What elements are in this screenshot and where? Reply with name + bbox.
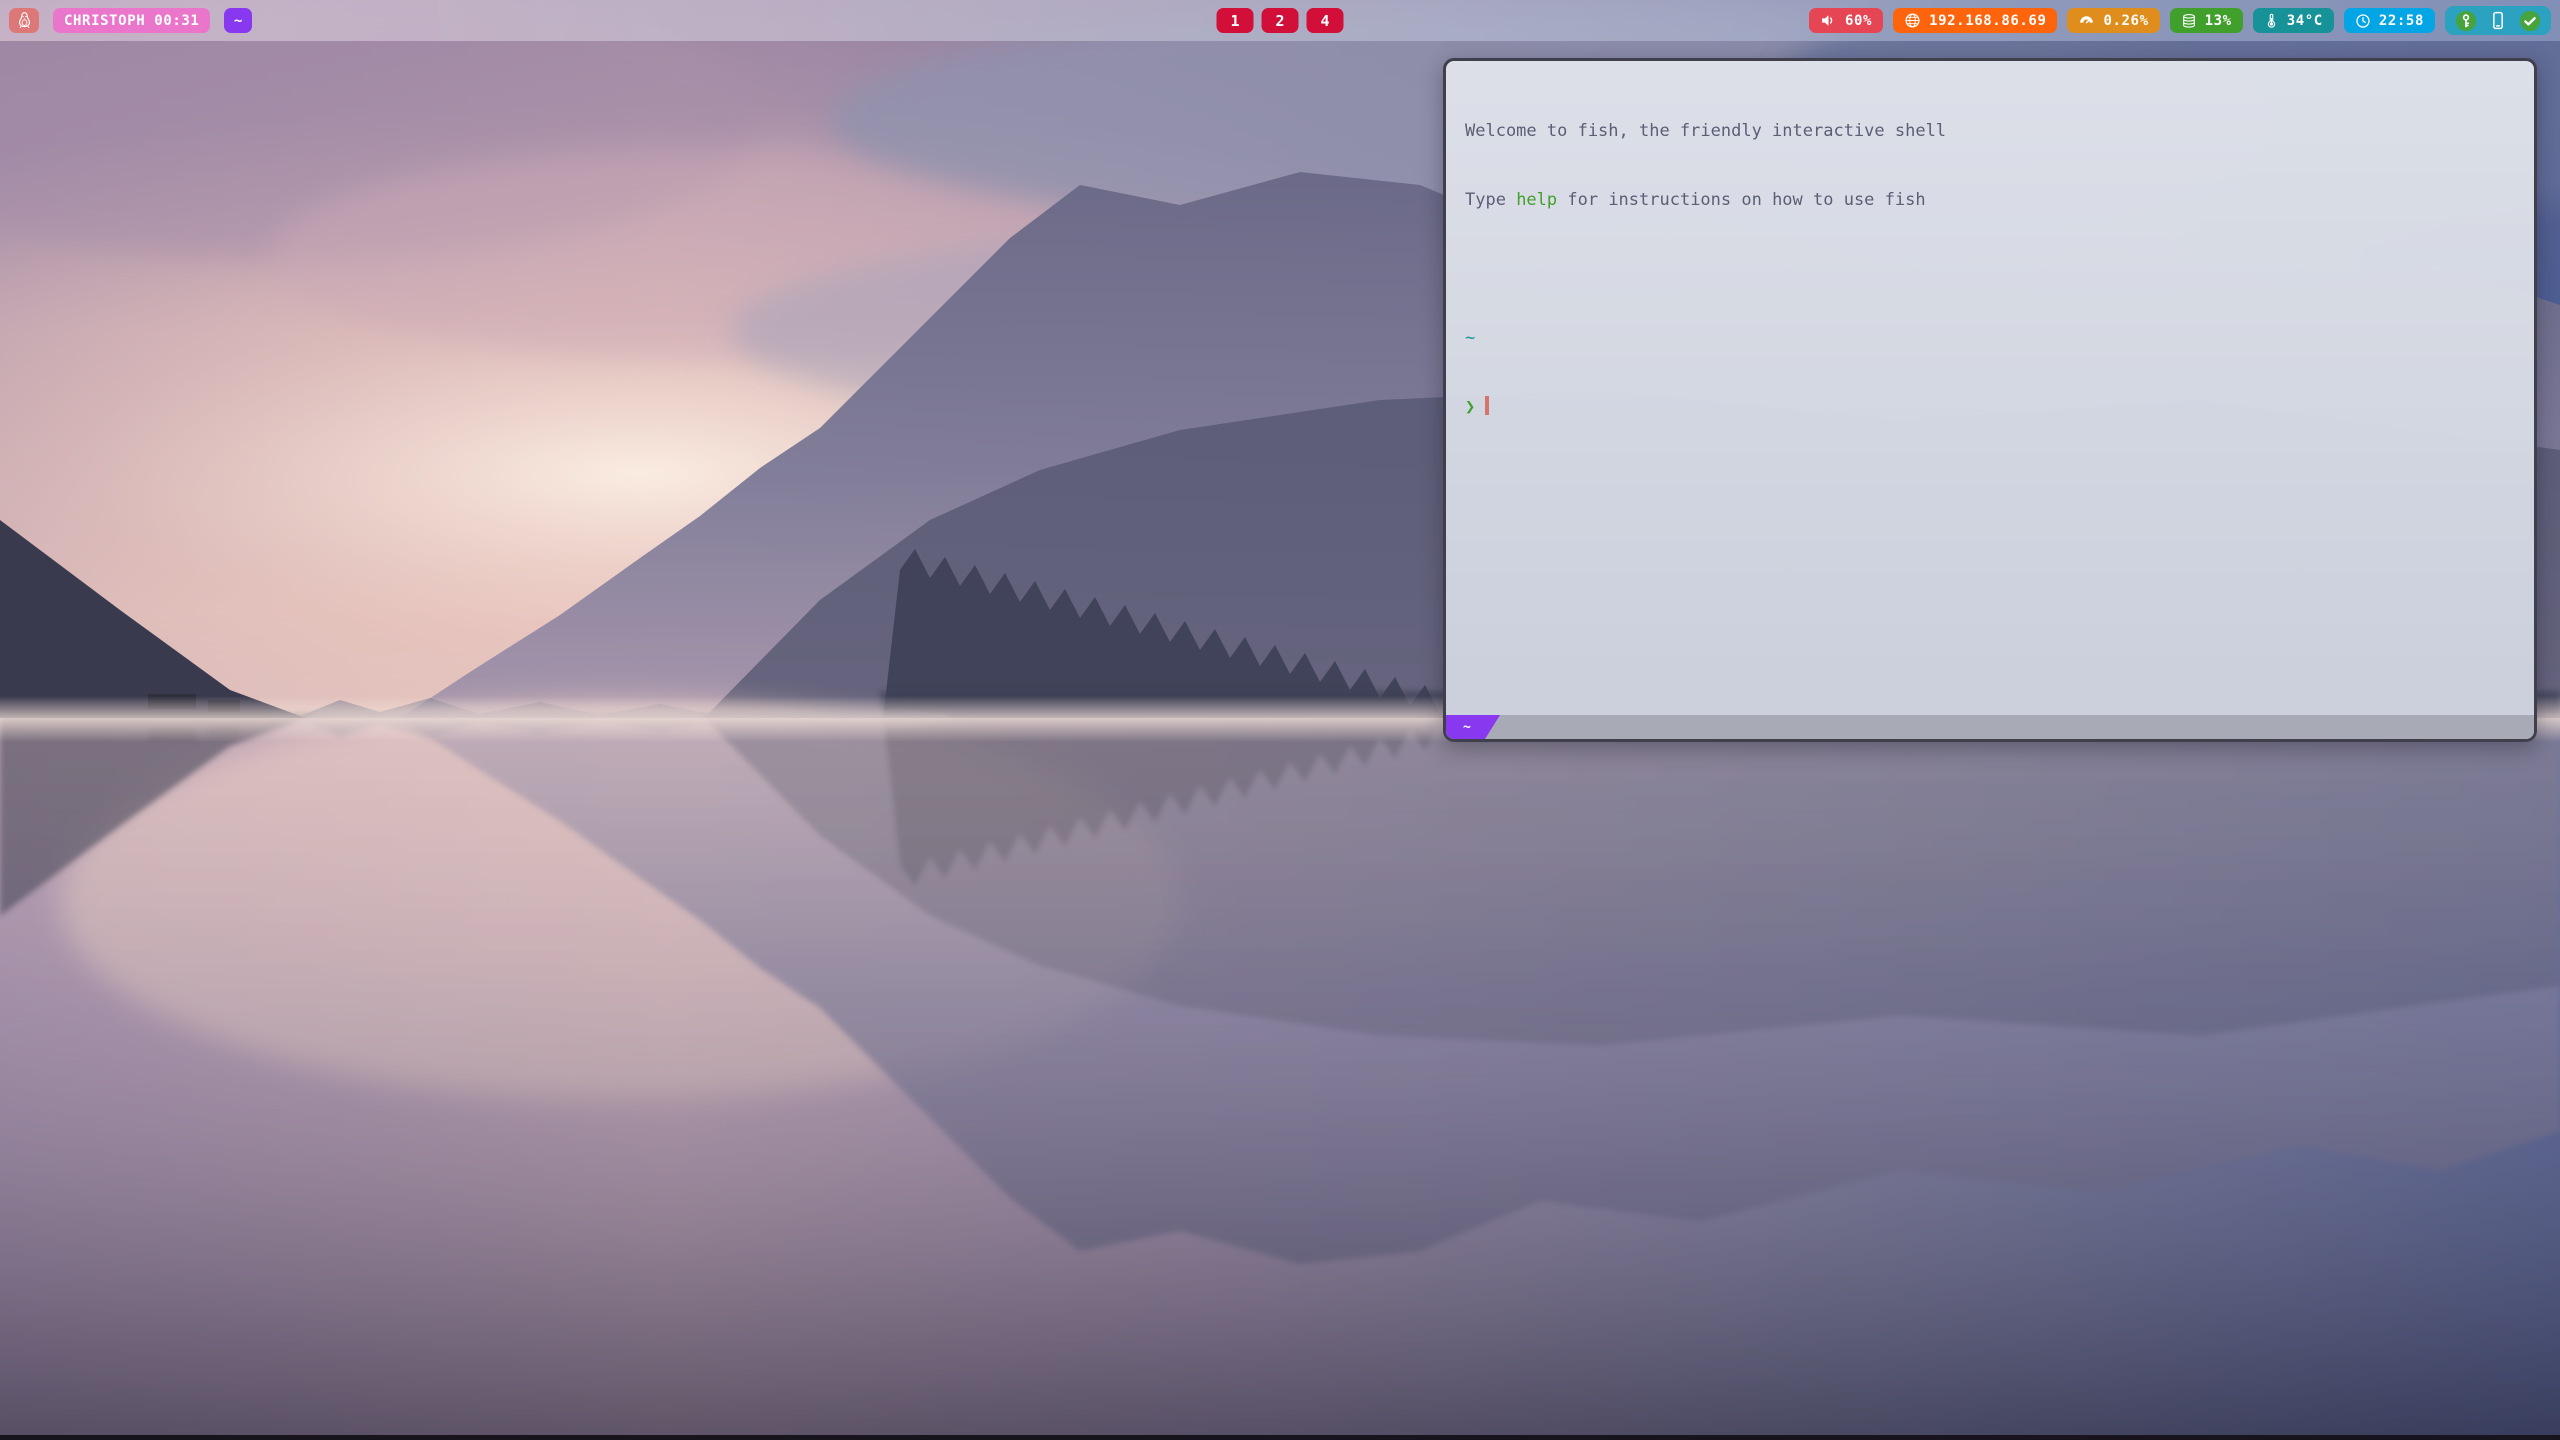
key-icon[interactable] (2455, 10, 2477, 32)
prompt-line: ❯ (1465, 396, 2515, 419)
check-circle-icon[interactable] (2519, 10, 2541, 32)
terminal-window[interactable]: Welcome to fish, the friendly interactiv… (1443, 58, 2537, 742)
thermometer-icon (2264, 12, 2279, 29)
clock-value: 22:58 (2379, 13, 2424, 29)
workspace-button-2[interactable]: 2 (1262, 8, 1299, 33)
prompt-symbol: ❯ (1465, 397, 1475, 417)
greeting-prefix: Type (1465, 190, 1516, 210)
system-tray (2445, 6, 2551, 35)
fish-greeting-line2: Type help for instructions on how to use… (1465, 189, 2515, 212)
memory-value: 13% (2205, 13, 2232, 29)
prompt-cwd: ~ (1465, 327, 2515, 350)
memory-module: 13% (2170, 8, 2243, 33)
phone-icon[interactable] (2488, 10, 2508, 31)
launcher-button[interactable] (9, 8, 39, 33)
memory-stack-icon (2181, 13, 2197, 29)
volume-module[interactable]: 60% (1809, 8, 1883, 33)
workspace-button-4[interactable]: 4 (1307, 8, 1344, 33)
cwd-badge: ~ (224, 8, 252, 33)
volume-value: 60% (1845, 13, 1872, 29)
terminal-cursor (1485, 396, 1489, 415)
session-clock-label: CHRISTOPH 00:31 (64, 13, 199, 29)
terminal-tab-bar: ~ (1446, 715, 2534, 739)
clock-module[interactable]: 22:58 (2344, 8, 2435, 33)
cpu-value: 0.26% (2103, 13, 2148, 29)
terminal-tab-home[interactable]: ~ (1446, 715, 1500, 739)
help-command-text: help (1516, 190, 1557, 210)
workspace-button-1[interactable]: 1 (1217, 8, 1254, 33)
cwd-label: ~ (234, 13, 243, 29)
speaker-icon (1820, 12, 1837, 29)
workspace-switcher: 1 2 4 (1217, 0, 1344, 41)
terminal-tab-label: ~ (1463, 720, 1471, 735)
temperature-value: 34°C (2287, 13, 2323, 29)
terminal-output[interactable]: Welcome to fish, the friendly interactiv… (1446, 61, 2534, 715)
cpu-module: 0.26% (2067, 8, 2159, 33)
globe-icon (1904, 12, 1921, 29)
blank-line (1465, 258, 2515, 281)
greeting-suffix: for instructions on how to use fish (1557, 190, 1925, 210)
network-ip-value: 192.168.86.69 (1929, 13, 2046, 29)
network-module: 192.168.86.69 (1893, 8, 2057, 33)
session-clock-badge: CHRISTOPH 00:31 (53, 8, 210, 33)
status-bar: CHRISTOPH 00:31 ~ 1 2 4 60% 192.168.86.6… (0, 0, 2560, 41)
status-bar-right: 60% 192.168.86.69 0.26% 13% (1809, 6, 2551, 35)
screen-bottom-edge (0, 1435, 2560, 1440)
gauge-icon (2078, 12, 2095, 29)
fish-greeting-line1: Welcome to fish, the friendly interactiv… (1465, 120, 2515, 143)
temperature-module: 34°C (2253, 8, 2334, 33)
status-bar-left: CHRISTOPH 00:31 ~ (9, 8, 252, 33)
clock-icon (2355, 13, 2371, 29)
tux-linux-icon (16, 11, 33, 30)
